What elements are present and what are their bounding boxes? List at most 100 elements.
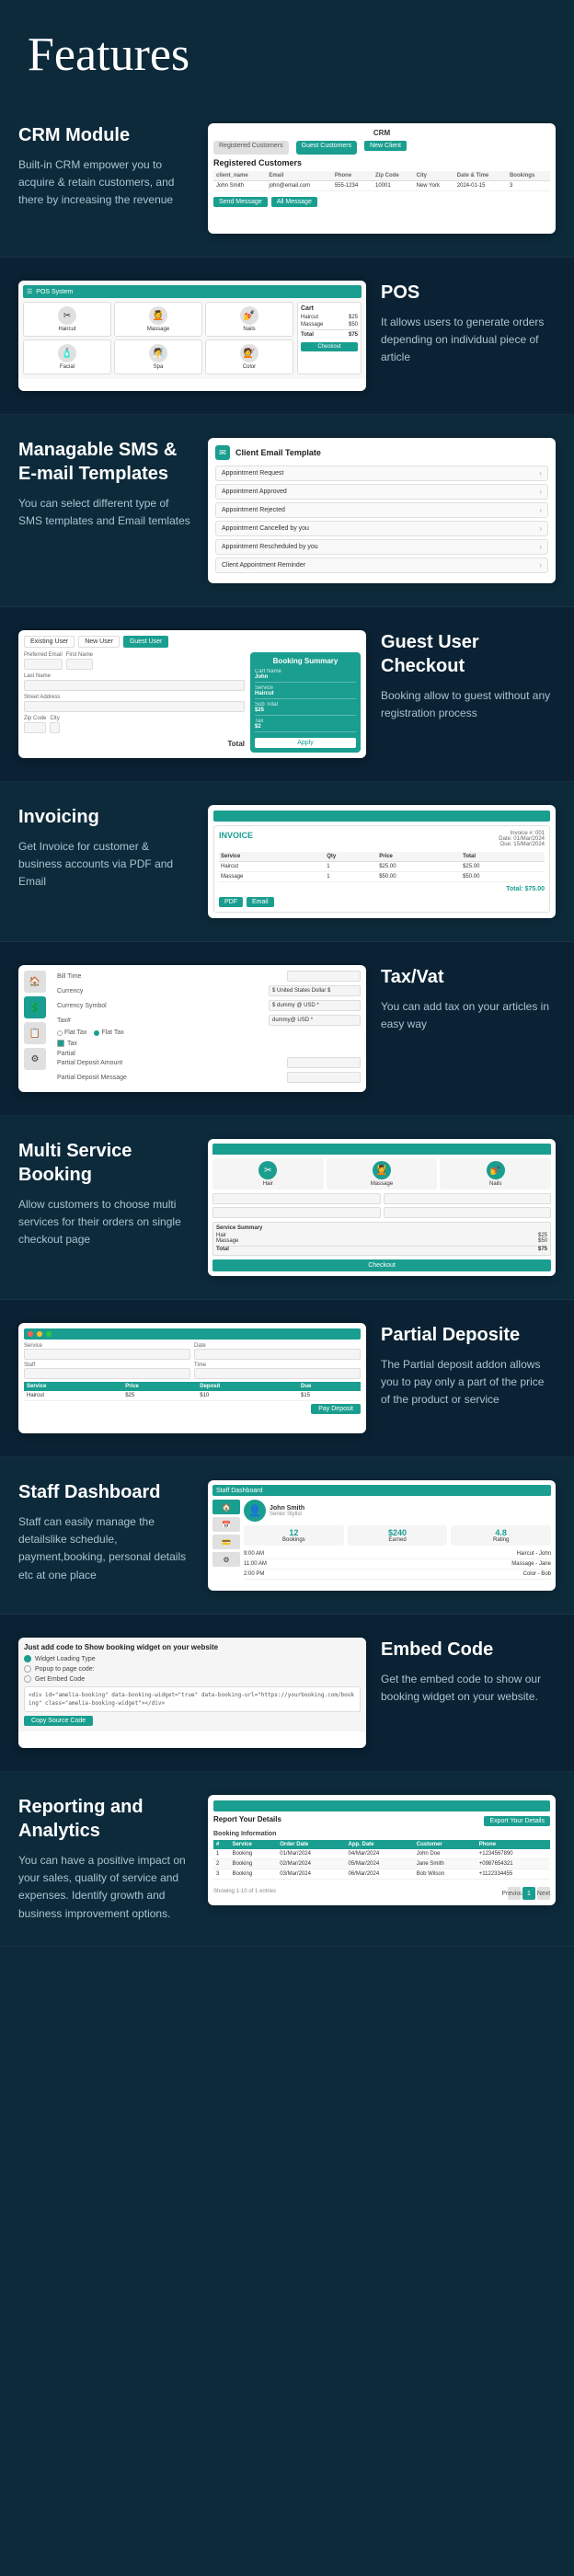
pos-item[interactable]: 🧴 Facial <box>23 339 111 374</box>
multi-name-input[interactable] <box>212 1207 381 1218</box>
tax-radio-2[interactable]: Flat Tax <box>94 1029 123 1036</box>
guest-address-input[interactable] <box>24 701 245 712</box>
reporting-title: Reporting and Analytics <box>18 1795 193 1843</box>
staff-stats: 12 Bookings $240 Earned 4.8 Rating <box>244 1525 551 1546</box>
tax-billtime-input[interactable] <box>287 971 361 982</box>
guest-tab-guest[interactable]: Guest User <box>123 636 168 648</box>
crm-all-msg-btn[interactable]: All Message <box>271 197 317 207</box>
multi-phone-input[interactable] <box>384 1207 552 1218</box>
staff-nav-settings[interactable]: ⚙ <box>212 1552 240 1567</box>
report-footer: Showing 1-10 of 1 entries Previous 1 Nex… <box>213 1883 550 1900</box>
invoice-email-btn[interactable]: Email <box>247 897 274 907</box>
multi-form-name <box>212 1207 551 1218</box>
guest-city-input[interactable] <box>24 722 46 733</box>
tax-currency-select[interactable]: $ United States Dollar $ <box>269 985 361 996</box>
tax-sidebar-icon-3[interactable]: 📋 <box>24 1022 46 1044</box>
summary-row-2: Service Haircut <box>255 685 356 699</box>
crm-text: CRM Module Built-in CRM empower you to a… <box>18 123 193 210</box>
guest-name-row: Preferred Email First Name <box>24 652 245 673</box>
multi-checkout-btn[interactable]: Checkout <box>212 1259 551 1271</box>
tax-tax-select[interactable]: dummy@ USD * <box>269 1015 361 1026</box>
multi-time-input[interactable] <box>384 1193 552 1204</box>
embed-copy-btn[interactable]: Copy Source Code <box>24 1716 93 1726</box>
partial-service-input[interactable] <box>24 1349 190 1360</box>
crm-new-btn[interactable]: New Client <box>364 141 407 151</box>
staff-nav-calendar[interactable]: 📅 <box>212 1517 240 1532</box>
crm-send-msg-btn[interactable]: Send Message <box>213 197 268 207</box>
table-row: Haircut $25 $10 $15 <box>24 1391 361 1401</box>
guest-lastname-input[interactable] <box>24 680 245 691</box>
tax-sidebar-icon-2[interactable]: 💲 <box>24 996 46 1018</box>
pos-mock: ☰ POS System ✂ Haircut 💆 Massage <box>18 281 366 379</box>
report-showing: Showing 1-10 of 1 entries <box>213 1889 276 1894</box>
multi-date-input[interactable] <box>212 1193 381 1204</box>
multi-topbar <box>212 1144 551 1155</box>
report-next-btn[interactable]: Next <box>537 1887 550 1900</box>
invoice-pdf-btn[interactable]: PDF <box>219 897 243 907</box>
guest-tab-new[interactable]: New User <box>78 636 120 648</box>
embed-option-1[interactable]: Widget Loading Type <box>24 1655 361 1662</box>
embed-option-3[interactable]: Get Embed Code <box>24 1675 361 1683</box>
tax-checkbox-row: Tax <box>57 1040 361 1047</box>
crm-mock-title: CRM <box>213 129 550 137</box>
tax-radio-1[interactable]: Flat Tax <box>57 1029 86 1036</box>
pos-item[interactable]: 💇 Color <box>205 339 293 374</box>
guest-apply-btn[interactable]: Apply <box>255 738 356 748</box>
pos-item[interactable]: 💅 Nails <box>205 302 293 337</box>
crm-tab-guest[interactable]: Guest Customers <box>296 141 357 155</box>
pos-item[interactable]: 🧖 Spa <box>114 339 202 374</box>
sms-row-4[interactable]: Appointment Cancelled by you › <box>215 521 548 536</box>
pos-desc: It allows users to generate orders depen… <box>381 314 556 367</box>
sms-row-2[interactable]: Appointment Approved › <box>215 484 548 500</box>
table-row: 2 Booking 02/Mar/2024 05/Mar/2024 Jane S… <box>213 1859 550 1869</box>
partial-pay-btn[interactable]: Pay Deposit <box>311 1404 361 1414</box>
sms-row-6[interactable]: Client Appointment Reminder › <box>215 558 548 573</box>
guest-email-input[interactable] <box>24 659 63 670</box>
crm-col-3: Phone <box>332 171 373 181</box>
pos-checkout-btn[interactable]: Checkout <box>301 342 358 351</box>
guest-state-input[interactable] <box>50 722 59 733</box>
embed-option-2[interactable]: Popup to page code: <box>24 1665 361 1673</box>
guest-tab-existing[interactable]: Existing User <box>24 636 75 648</box>
tax-row-2: Currency $ United States Dollar $ <box>57 985 361 996</box>
tax-partial-message-input[interactable] <box>287 1072 361 1083</box>
pos-screenshot: ☰ POS System ✂ Haircut 💆 Massage <box>18 281 366 391</box>
pos-item[interactable]: ✂ Haircut <box>23 302 111 337</box>
crm-tab-registered[interactable]: Registered Customers <box>213 141 289 155</box>
multi-service-card[interactable]: ✂ Hair <box>212 1158 324 1190</box>
page-title: Features <box>28 28 546 82</box>
pos-item[interactable]: 💆 Massage <box>114 302 202 337</box>
partial-title: Partial Deposite <box>381 1323 556 1347</box>
multi-service-card[interactable]: 💆 Massage <box>327 1158 438 1190</box>
sms-row-1[interactable]: Appointment Request › <box>215 466 548 481</box>
guest-firstname-input[interactable] <box>66 659 93 670</box>
partial-date-input[interactable] <box>194 1349 361 1360</box>
report-subtitle: Booking Information <box>213 1831 550 1837</box>
report-prev-btn[interactable]: Previous <box>508 1887 521 1900</box>
staff-nav-payment[interactable]: 💳 <box>212 1535 240 1549</box>
guest-field-address: Street Address <box>24 695 245 712</box>
multi-screenshot: ✂ Hair 💆 Massage 💅 Nails <box>208 1139 556 1276</box>
staff-schedule: 9:00 AM Haircut - John 11:00 AM Massage … <box>244 1549 551 1580</box>
guest-mock: Existing User New User Guest User Prefer… <box>18 630 366 758</box>
guest-screenshot: Existing User New User Guest User Prefer… <box>18 630 366 758</box>
sms-row-5[interactable]: Appointment Rescheduled by you › <box>215 539 548 555</box>
sms-row-3[interactable]: Appointment Rejected › <box>215 502 548 518</box>
tax-sidebar-icon-4[interactable]: ⚙ <box>24 1048 46 1070</box>
window-close-dot <box>28 1331 33 1337</box>
report-page-1[interactable]: 1 <box>522 1887 535 1900</box>
tax-main: Bill Time Currency $ United States Dolla… <box>57 971 361 1087</box>
tax-checkbox[interactable] <box>57 1040 64 1047</box>
staff-nav-home[interactable]: 🏠 <box>212 1500 240 1514</box>
partial-staff-input[interactable] <box>24 1368 190 1379</box>
multi-service-card[interactable]: 💅 Nails <box>440 1158 551 1190</box>
report-export-btn[interactable]: Export Your Details <box>484 1816 550 1826</box>
multi-mock: ✂ Hair 💆 Massage 💅 Nails <box>208 1139 556 1276</box>
table-row: Haircut 1 $25.00 $25.00 <box>219 862 545 872</box>
tax-partial-deposit-input[interactable] <box>287 1057 361 1068</box>
partial-time-input[interactable] <box>194 1368 361 1379</box>
guest-section: Guest User Checkout Booking allow to gue… <box>0 607 574 782</box>
tax-sidebar-icon-1[interactable]: 🏠 <box>24 971 46 993</box>
crm-tabs: Registered Customers Guest Customers New… <box>213 141 550 155</box>
tax-symbol-select[interactable]: $ dummy @ USD * <box>269 1000 361 1011</box>
